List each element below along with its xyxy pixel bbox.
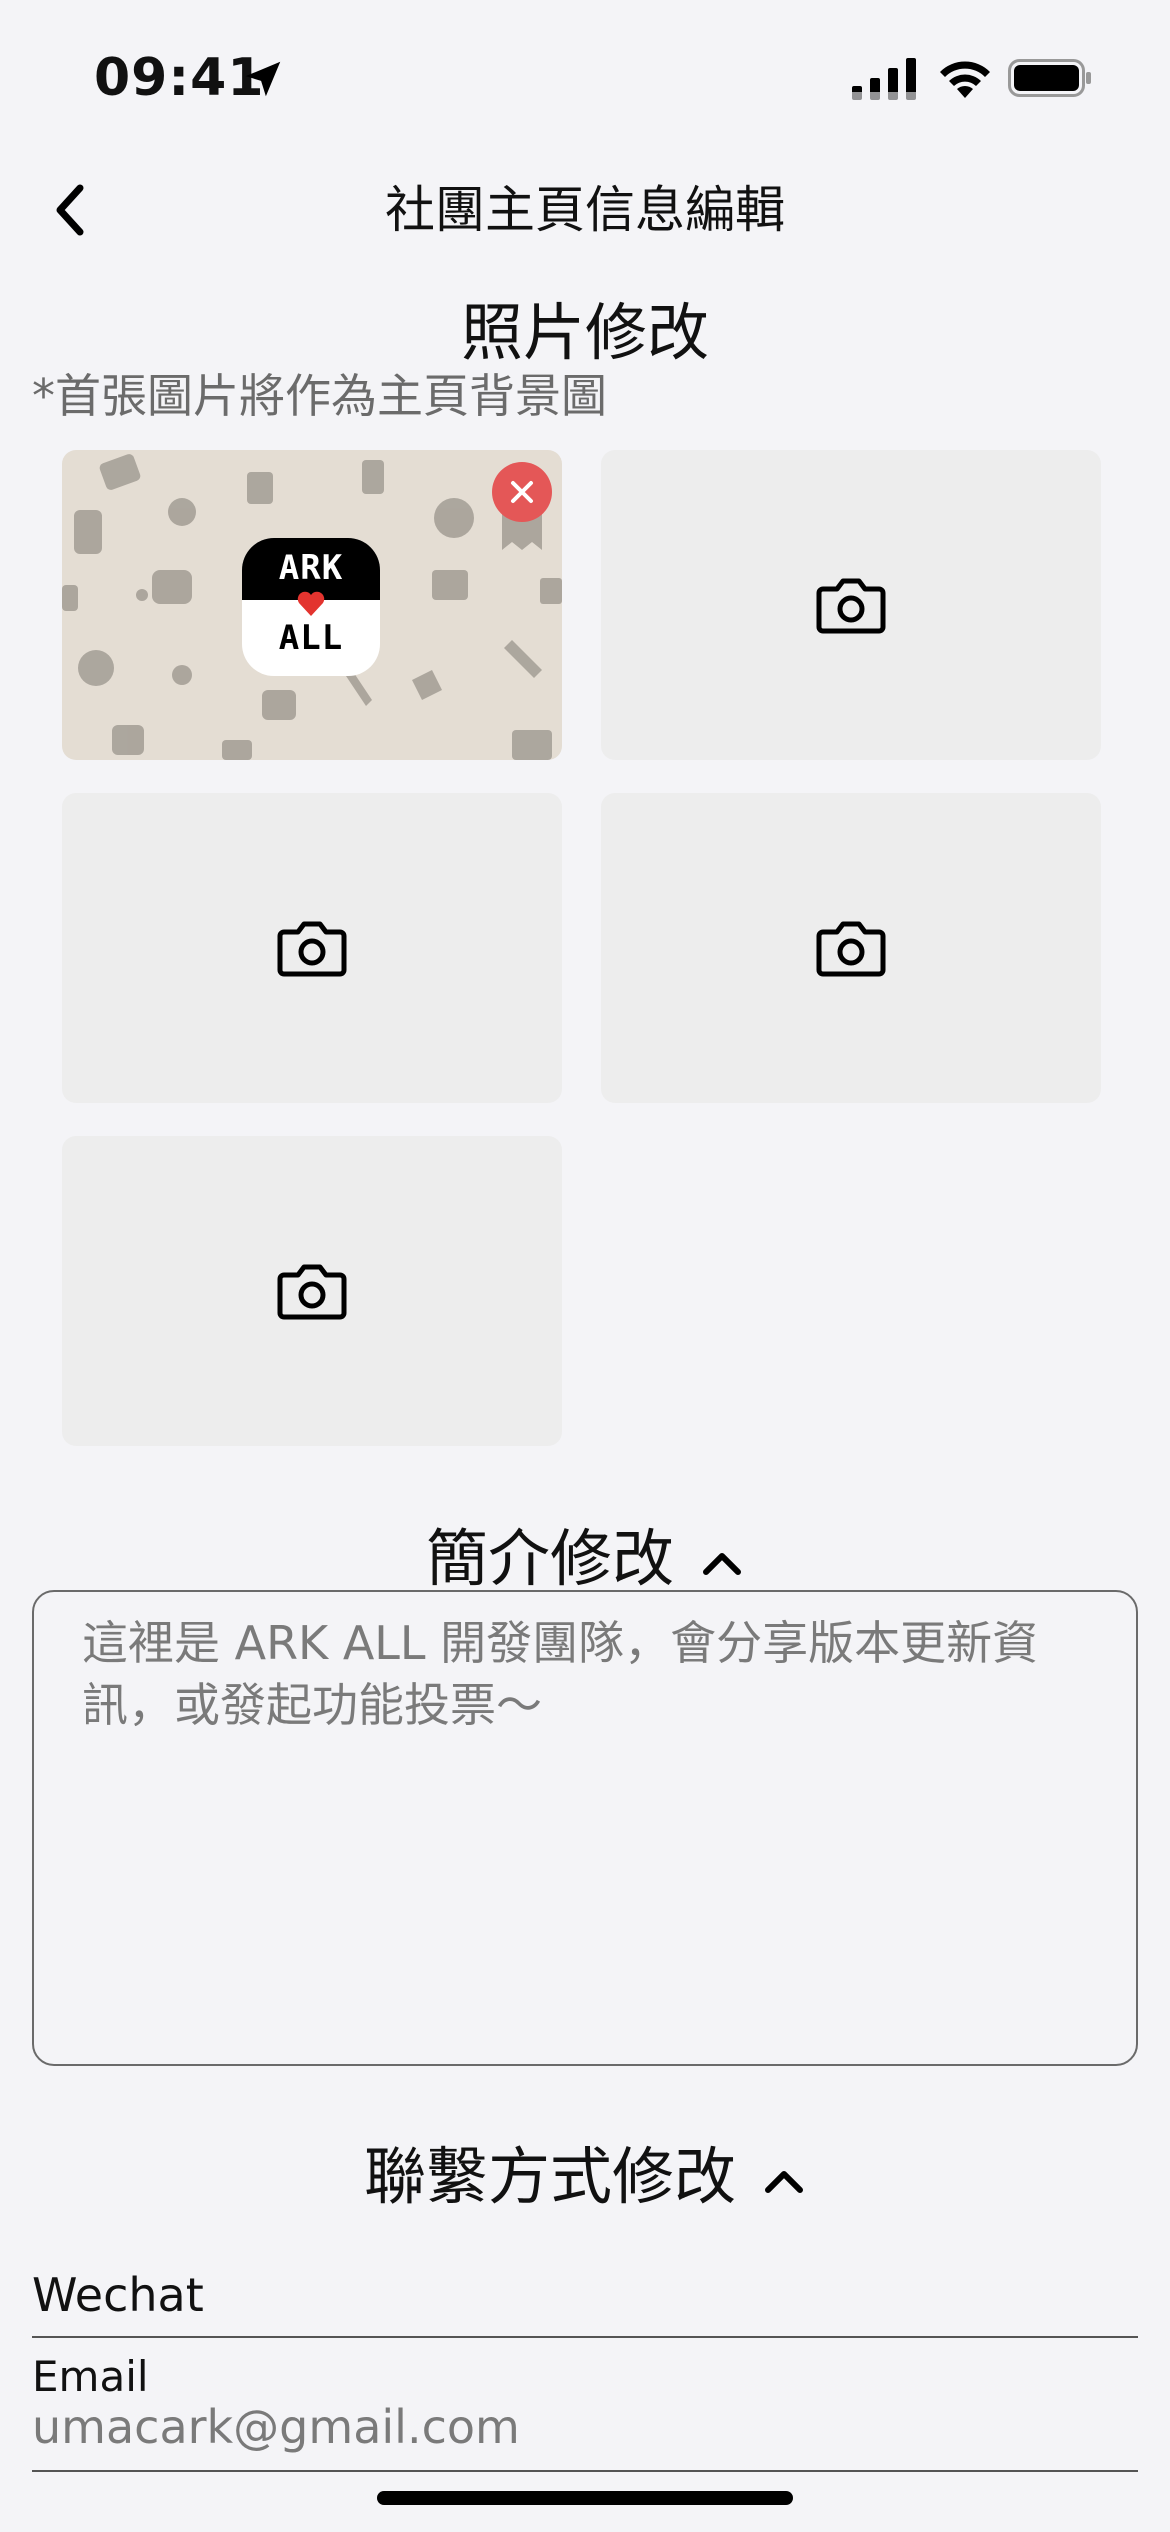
chevron-up-icon	[765, 2170, 803, 2193]
chevron-up-icon	[703, 1552, 741, 1575]
wifi-icon	[940, 61, 990, 98]
logo-text-bottom: ALL	[278, 618, 344, 658]
logo-text-top: ARK	[278, 548, 344, 588]
photo-slot-cover[interactable]: ARK ALL	[62, 450, 562, 760]
page-title: 社團主頁信息編輯	[385, 181, 785, 239]
photo-slot-empty[interactable]	[601, 793, 1101, 1103]
photo-slot-empty[interactable]	[601, 450, 1101, 760]
photo-slot-empty[interactable]	[62, 793, 562, 1103]
camera-icon	[277, 1264, 347, 1320]
heart-icon	[297, 591, 325, 616]
ark-all-logo: ARK ALL	[242, 538, 380, 676]
intro-text: 這裡是 ARK ALL 開發團隊，會分享版本更新資訊，或發起功能投票～	[82, 1616, 1039, 1732]
camera-icon	[816, 578, 886, 634]
wechat-field-label[interactable]: Wechat	[32, 2268, 204, 2322]
email-field-label: Email	[32, 2352, 149, 2401]
camera-icon	[816, 921, 886, 977]
screen: 09:41 社團主頁信息編輯 照片修改 *首張圖片將作為主頁背景圖 ARK AL…	[0, 0, 1170, 2532]
cellular-signal-icon	[852, 58, 916, 100]
photo-slot-empty[interactable]	[62, 1136, 562, 1446]
delete-photo-button[interactable]	[492, 462, 552, 522]
close-icon	[511, 481, 533, 503]
intro-section-header[interactable]: 簡介修改	[0, 1508, 1170, 1598]
contact-section-header[interactable]: 聯繫方式修改	[0, 2126, 1170, 2216]
intro-textarea[interactable]: 這裡是 ARK ALL 開發團隊，會分享版本更新資訊，或發起功能投票～	[32, 1590, 1138, 2066]
photos-section-label: 照片修改	[460, 296, 709, 369]
status-time: 09:41	[94, 48, 265, 108]
status-bar: 09:41	[0, 0, 1170, 150]
battery-icon	[1008, 59, 1091, 97]
photos-section-title: 照片修改	[0, 282, 1170, 372]
email-field-underline	[32, 2470, 1138, 2472]
camera-icon	[277, 921, 347, 977]
location-arrow-icon	[245, 61, 281, 97]
intro-section-label: 簡介修改	[425, 1522, 674, 1595]
email-field[interactable]: umacark@gmail.com	[32, 2400, 520, 2454]
contact-section-label: 聯繫方式修改	[363, 2140, 736, 2213]
wechat-field-underline	[32, 2336, 1138, 2338]
photo-note: *首張圖片將作為主頁背景圖	[32, 369, 607, 423]
home-indicator	[377, 2491, 793, 2505]
